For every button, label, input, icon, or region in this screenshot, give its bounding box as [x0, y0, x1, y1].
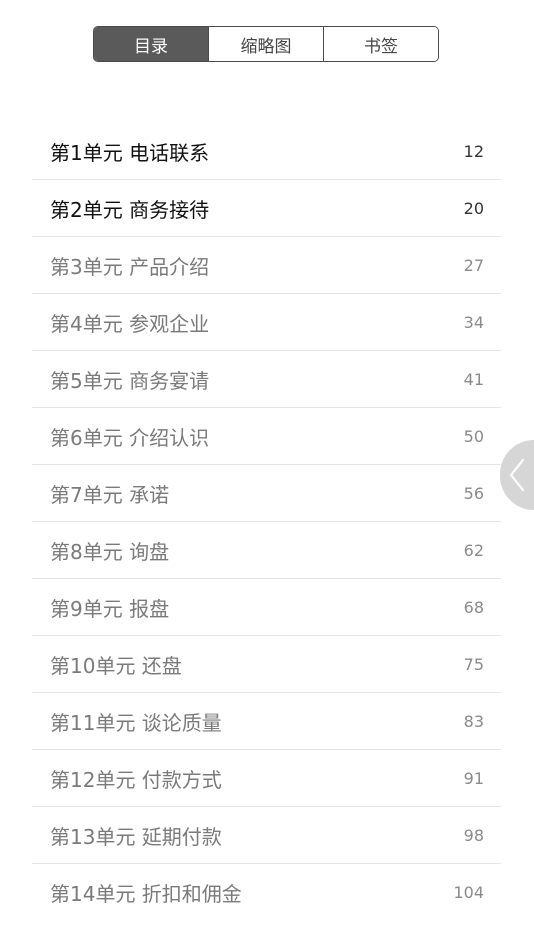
- toc-item-page-number: 27: [463, 255, 484, 275]
- toc-item[interactable]: 第13单元 延期付款 98: [32, 807, 501, 864]
- toc-item[interactable]: 第8单元 询盘 62: [32, 522, 501, 579]
- toc-item-title: 第1单元 电话联系: [50, 140, 210, 165]
- toc-item-title: 第4单元 参观企业: [50, 311, 210, 336]
- collapse-panel-button[interactable]: [500, 440, 534, 510]
- tab-contents[interactable]: 目录: [94, 27, 209, 61]
- toc-item-page-number: 75: [463, 654, 484, 674]
- table-of-contents: 第1单元 电话联系 12 第2单元 商务接待 20 第3单元 产品介绍 27 第4单元 参观…: [32, 123, 501, 921]
- toc-item[interactable]: 第11单元 谈论质量 83: [32, 693, 501, 750]
- toc-item-title: 第8单元 询盘: [50, 539, 170, 564]
- toc-item-title: 第9单元 报盘: [50, 596, 170, 621]
- toc-item-title: 第2单元 商务接待: [50, 197, 210, 222]
- toc-item-title: 第7单元 承诺: [50, 482, 170, 507]
- toc-item[interactable]: 第1单元 电话联系 12: [32, 123, 501, 180]
- toc-item-page-number: 68: [463, 597, 484, 617]
- toc-item-page-number: 50: [463, 426, 484, 446]
- toc-item-title: 第13单元 延期付款: [50, 824, 222, 849]
- toc-item-title: 第3单元 产品介绍: [50, 254, 210, 279]
- toc-item[interactable]: 第10单元 还盘 75: [32, 636, 501, 693]
- toc-item-page-number: 62: [463, 540, 484, 560]
- toc-item-page-number: 12: [463, 141, 484, 161]
- toc-item[interactable]: 第7单元 承诺 56: [32, 465, 501, 522]
- toc-item-title: 第6单元 介绍认识: [50, 425, 210, 450]
- toc-item-page-number: 34: [463, 312, 484, 332]
- toc-item[interactable]: 第5单元 商务宴请 41: [32, 351, 501, 408]
- toc-item-page-number: 91: [463, 768, 484, 788]
- toc-item-title: 第10单元 还盘: [50, 653, 182, 678]
- toc-item[interactable]: 第14单元 折扣和佣金 104: [32, 864, 501, 921]
- toc-item-title: 第11单元 谈论质量: [50, 710, 222, 735]
- tab-thumbnails[interactable]: 缩略图: [209, 27, 324, 61]
- toc-item[interactable]: 第4单元 参观企业 34: [32, 294, 501, 351]
- toc-item-page-number: 56: [463, 483, 484, 503]
- toc-item[interactable]: 第12单元 付款方式 91: [32, 750, 501, 807]
- toc-item[interactable]: 第2单元 商务接待 20: [32, 180, 501, 237]
- toc-item[interactable]: 第3单元 产品介绍 27: [32, 237, 501, 294]
- toc-item-title: 第12单元 付款方式: [50, 767, 222, 792]
- view-mode-tabs: 目录 缩略图 书签: [93, 26, 439, 62]
- toc-item[interactable]: 第9单元 报盘 68: [32, 579, 501, 636]
- toc-item-page-number: 83: [463, 711, 484, 731]
- tab-bookmarks[interactable]: 书签: [324, 27, 438, 61]
- toc-item-page-number: 41: [463, 369, 484, 389]
- toc-item-title: 第14单元 折扣和佣金: [50, 882, 242, 906]
- toc-item-page-number: 104: [453, 883, 484, 902]
- toc-item[interactable]: 第6单元 介绍认识 50: [32, 408, 501, 465]
- toc-item-page-number: 98: [463, 825, 484, 845]
- toc-item-title: 第5单元 商务宴请: [50, 368, 210, 393]
- chevron-left-icon: [509, 458, 525, 492]
- toc-item-page-number: 20: [463, 198, 484, 218]
